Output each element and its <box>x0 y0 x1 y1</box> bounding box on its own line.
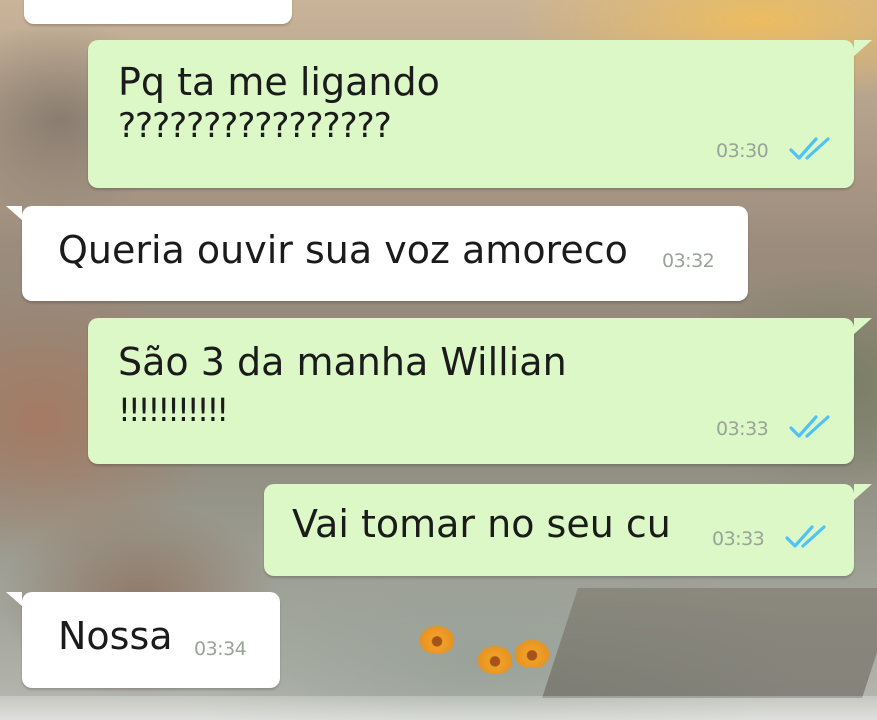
bottom-fade <box>0 696 877 720</box>
wallpaper-flower <box>478 646 512 674</box>
wallpaper-flower <box>515 640 549 668</box>
message-text: Vai tomar no seu cu <box>292 502 671 546</box>
message-bubble-outgoing[interactable]: São 3 da manha Willian !!!!!!!!!!! 03:33 <box>88 318 872 464</box>
wallpaper-flower <box>420 626 454 654</box>
message-timestamp: 03:32 <box>662 250 715 272</box>
message-text: ???????????????? <box>118 106 392 146</box>
message-bubble-incoming[interactable]: Nossa 03:34 <box>6 592 280 688</box>
message-text: Nossa <box>58 614 173 658</box>
read-double-check-icon <box>785 525 826 548</box>
message-text: Pq ta me ligando <box>118 60 440 104</box>
message-bubble-outgoing[interactable]: Pq ta me ligando ???????????????? 03:30 <box>88 40 872 188</box>
message-timestamp: 03:30 <box>716 140 769 162</box>
message-text: !!!!!!!!!!! <box>118 391 229 429</box>
message-bubble-incoming[interactable]: Queria ouvir sua voz amoreco 03:32 <box>6 206 748 301</box>
wallpaper-deck <box>542 588 877 698</box>
message-bubble-outgoing[interactable]: Vai tomar no seu cu 03:33 <box>264 484 872 576</box>
message-bubble-partial[interactable] <box>24 0 292 24</box>
read-double-check-icon <box>789 415 830 438</box>
message-timestamp: 03:33 <box>712 528 765 550</box>
message-timestamp: 03:33 <box>716 418 769 440</box>
message-timestamp: 03:34 <box>194 638 247 660</box>
read-double-check-icon <box>789 137 830 160</box>
message-text: Queria ouvir sua voz amoreco <box>58 228 628 272</box>
message-text: São 3 da manha Willian <box>118 340 567 384</box>
